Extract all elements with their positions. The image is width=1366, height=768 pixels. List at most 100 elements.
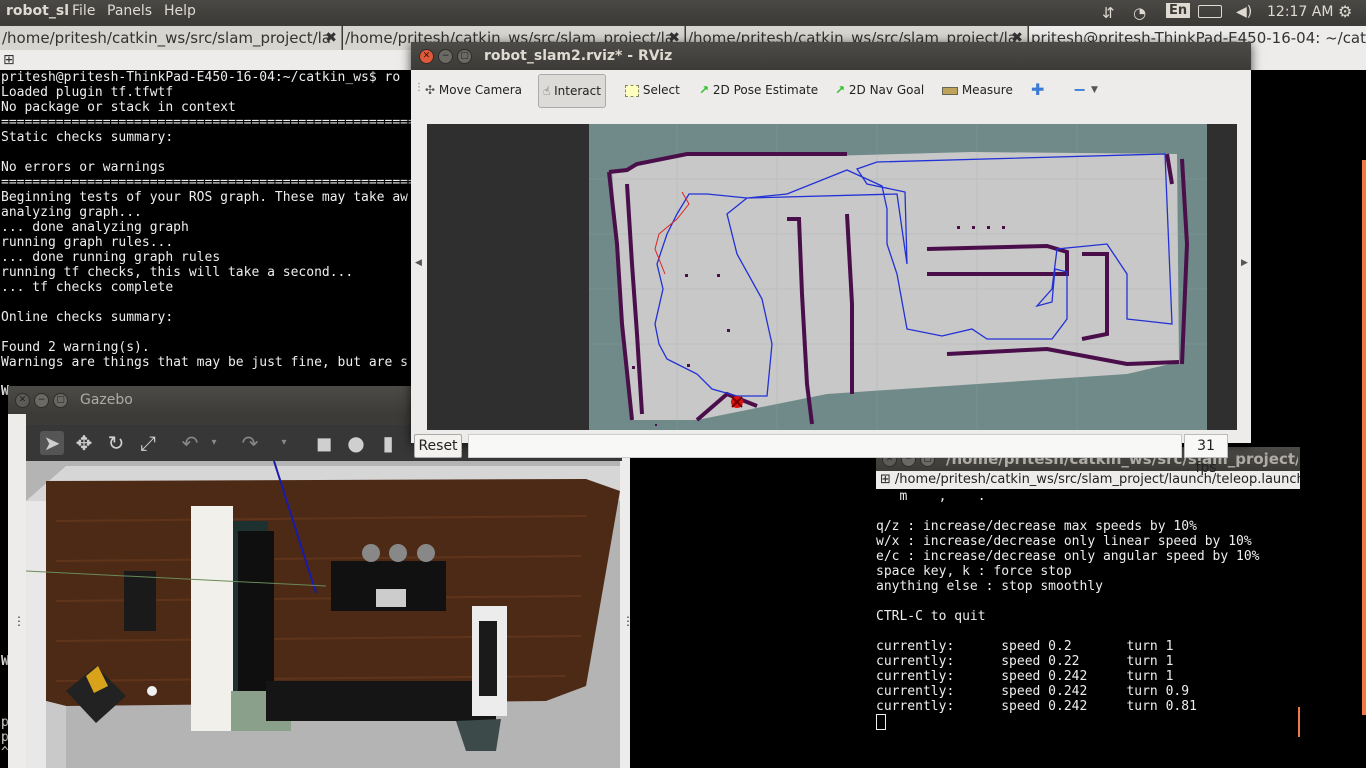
terminal-line: Beginning tests of your ROS graph. These… xyxy=(1,190,408,205)
rviz-window: ✕ − ▢ robot_slam2.rviz* - RViz ⋮ ✣ Move … xyxy=(411,42,1251,476)
terminal-line: space key, k : force stop xyxy=(876,564,1072,579)
hand-icon: ☝ xyxy=(543,84,551,98)
battery-icon[interactable] xyxy=(1198,5,1222,18)
measure-tool[interactable]: Measure xyxy=(942,74,1013,106)
app-name: robot_sl xyxy=(6,3,69,19)
terminal-line: Online checks summary: xyxy=(1,310,174,325)
terminal-line: anything else : stop smoothly xyxy=(876,579,1103,594)
rotate-icon[interactable]: ↻ xyxy=(104,431,128,455)
pose-estimate-tool[interactable]: ↗ 2D Pose Estimate xyxy=(699,74,818,106)
rviz-3d-viewport[interactable] xyxy=(427,124,1237,430)
tab-grid-icon[interactable]: ⊞ xyxy=(3,52,15,68)
interact-tool[interactable]: ☝ Interact xyxy=(538,74,606,108)
top-panel: robot_sl File Panels Help ⇵ ◔ En ◀) 12:1… xyxy=(0,0,1366,24)
terminal-line: ... tf checks complete xyxy=(1,280,174,295)
terminal-line: currently: speed 0.242 turn 1 xyxy=(876,669,1174,684)
gazebo-scene-render xyxy=(26,461,620,768)
close-button[interactable]: ✕ xyxy=(15,393,30,408)
menu-panels[interactable]: Panels xyxy=(107,3,152,19)
left-panel-toggle-icon[interactable]: ◀ xyxy=(415,258,422,268)
terminal-line: m , . xyxy=(876,489,986,504)
redo-icon[interactable]: ↷ xyxy=(238,431,262,455)
volume-icon[interactable]: ◀) xyxy=(1236,4,1252,20)
undo-icon[interactable]: ↶ xyxy=(178,431,202,455)
chevron-down-icon[interactable]: ▼ xyxy=(1091,74,1098,106)
window-title: robot_slam2.rviz* - RViz xyxy=(484,48,673,64)
chevron-down-icon[interactable]: ▾ xyxy=(202,431,226,455)
sphere-shape-icon[interactable]: ● xyxy=(344,431,368,455)
right-panel-toggle-icon[interactable]: ▶ xyxy=(1241,258,1248,268)
select-arrow-icon[interactable]: ➤ xyxy=(40,431,64,455)
move-camera-tool[interactable]: ✣ Move Camera xyxy=(425,74,522,106)
cylinder-shape-icon[interactable]: ▮ xyxy=(376,431,400,455)
terminal-line: ========================================… xyxy=(1,115,416,130)
panel-handle-icon[interactable]: ⋮ xyxy=(622,614,634,628)
main-terminal-output: pritesh@pritesh-ThinkPad-E450-16-04:~/ca… xyxy=(1,70,416,370)
translate-icon[interactable]: ✥ xyxy=(72,431,96,455)
nav-goal-tool[interactable]: ↗ 2D Nav Goal xyxy=(835,74,924,106)
add-tool-icon[interactable]: ✚ xyxy=(1031,74,1044,106)
toolbar-handle-icon[interactable]: ⋮ xyxy=(414,82,424,93)
text-cursor xyxy=(876,714,886,730)
move-camera-icon: ✣ xyxy=(425,83,436,97)
close-button[interactable]: ✕ xyxy=(419,49,434,64)
wifi-icon[interactable]: ◔ xyxy=(1133,4,1146,22)
terminal-line: No errors or warnings xyxy=(1,160,166,175)
tool-label: Select xyxy=(642,83,680,97)
maximize-button[interactable]: ▢ xyxy=(53,393,68,408)
terminal-line: currently: speed 0.242 turn 0.9 xyxy=(876,684,1190,699)
tool-label: 2D Pose Estimate xyxy=(712,83,819,97)
gazebo-right-panel[interactable]: ⋮ xyxy=(620,414,634,768)
teleop-tab-strip: ⊞/home/pritesh/catkin_ws/src/slam_projec… xyxy=(876,471,1300,489)
maximize-button[interactable]: ▢ xyxy=(457,49,472,64)
rviz-toolbar: ⋮ ✣ Move Camera ☝ Interact Select ↗ 2D P… xyxy=(411,70,1251,110)
pose-arrow-icon: ↗ xyxy=(699,83,710,97)
scroll-indicator[interactable] xyxy=(1298,707,1300,737)
status-field xyxy=(468,434,1182,458)
scale-icon[interactable]: ⤢ xyxy=(136,431,160,455)
tool-label: Interact xyxy=(554,84,601,98)
reset-button[interactable]: Reset xyxy=(414,434,462,458)
tab-grid-icon[interactable]: ⊞ xyxy=(876,472,895,487)
keyboard-layout-indicator[interactable]: En xyxy=(1166,3,1191,18)
chevron-down-icon[interactable]: ▾ xyxy=(272,431,296,455)
gazebo-3d-viewport[interactable] xyxy=(26,461,620,768)
minimize-button[interactable]: − xyxy=(438,49,453,64)
tab-label: /home/pritesh/catkin_ws/src/slam_project… xyxy=(2,29,332,47)
terminal-line: Loaded plugin tf.tfwtf xyxy=(1,85,174,100)
terminal-line: Found 2 warning(s). xyxy=(1,340,150,355)
terminal-tab-1[interactable]: /home/pritesh/catkin_ws/src/slam_project… xyxy=(0,26,342,50)
tool-label: Move Camera xyxy=(438,83,522,97)
terminal-line: currently: speed 0.2 turn 1 xyxy=(876,639,1174,654)
minimize-button[interactable]: − xyxy=(34,393,49,408)
teleop-output: m , . q/z : increase/decrease max speeds… xyxy=(876,489,1260,714)
terminal-line: analyzing graph... xyxy=(1,205,142,220)
gazebo-left-panel[interactable]: ⋮ xyxy=(8,414,26,768)
window-title: Gazebo xyxy=(80,392,133,408)
rviz-titlebar[interactable]: ✕ − ▢ robot_slam2.rviz* - RViz xyxy=(411,42,1251,70)
terminal-line: running graph rules... xyxy=(1,235,174,250)
network-user-icon[interactable]: ⇵ xyxy=(1102,4,1115,22)
terminal-line: Static checks summary: xyxy=(1,130,174,145)
terminal-line: running tf checks, this will take a seco… xyxy=(1,265,354,280)
fps-indicator: 31 fps xyxy=(1184,434,1228,476)
menu-file[interactable]: File xyxy=(72,3,95,19)
teleop-tab-label[interactable]: /home/pritesh/catkin_ws/src/slam_project… xyxy=(895,472,1300,487)
terminal-line: No package or stack in context xyxy=(1,100,236,115)
select-tool[interactable]: Select xyxy=(625,74,680,106)
scroll-indicator[interactable] xyxy=(1362,160,1366,715)
clock[interactable]: 12:17 AM xyxy=(1267,4,1333,20)
menu-help[interactable]: Help xyxy=(164,3,196,19)
select-icon xyxy=(625,84,639,97)
panel-handle-icon[interactable]: ⋮ xyxy=(13,614,25,628)
gear-icon[interactable]: ⚙ xyxy=(1338,2,1352,21)
remove-tool-icon[interactable]: − xyxy=(1073,74,1086,106)
terminal-line: Warnings are things that may be just fin… xyxy=(1,355,408,370)
tool-label: Measure xyxy=(961,83,1013,97)
terminal-line: ... done analyzing graph xyxy=(1,220,189,235)
close-icon[interactable]: ✖ xyxy=(325,26,337,50)
ruler-icon xyxy=(942,86,958,95)
box-shape-icon[interactable]: ◼ xyxy=(312,431,336,455)
terminal-line: currently: speed 0.22 turn 1 xyxy=(876,654,1174,669)
terminal-line: currently: speed 0.242 turn 0.81 xyxy=(876,699,1197,714)
